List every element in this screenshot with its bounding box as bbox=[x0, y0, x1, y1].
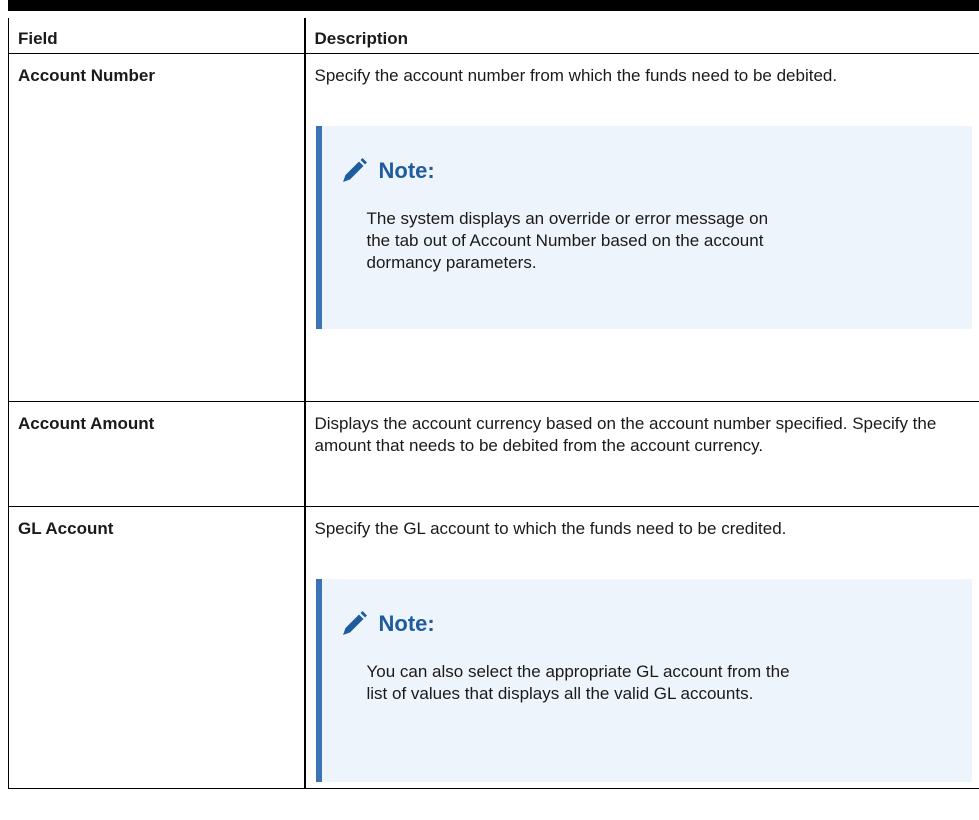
note-box: Note: You can also select the appropriat… bbox=[315, 578, 972, 782]
field-name: Account Amount bbox=[8, 400, 305, 507]
table-row: GL Account Specify the GL account to whi… bbox=[8, 505, 979, 789]
note-box: Note: The system displays an override or… bbox=[315, 125, 972, 329]
field-description-cell: Specify the account number from which th… bbox=[303, 52, 979, 402]
header-description: Description bbox=[303, 18, 979, 54]
field-name: Account Number bbox=[8, 52, 305, 402]
note-header: Note: bbox=[322, 604, 972, 644]
table-header-row: Field Description bbox=[8, 18, 979, 54]
note-body: The system displays an override or error… bbox=[366, 208, 769, 272]
pencil-icon bbox=[342, 610, 367, 635]
header-field: Field bbox=[8, 18, 305, 54]
field-description: Displays the account currency based on t… bbox=[314, 413, 937, 455]
field-description-table: Field Description Account Number Specify… bbox=[8, 18, 979, 789]
field-description-cell: Specify the GL account to which the fund… bbox=[303, 505, 979, 789]
note-body: You can also select the appropriate GL a… bbox=[366, 661, 790, 703]
field-description: Specify the GL account to which the fund… bbox=[314, 518, 787, 538]
table-row: Account Number Specify the account numbe… bbox=[8, 52, 979, 402]
field-description: Specify the account number from which th… bbox=[314, 65, 838, 85]
table-row: Account Amount Displays the account curr… bbox=[8, 400, 979, 507]
note-header: Note: bbox=[322, 151, 972, 191]
pencil-icon bbox=[342, 157, 367, 182]
field-name: GL Account bbox=[8, 505, 305, 789]
note-title: Note: bbox=[378, 157, 435, 183]
field-description-cell: Displays the account currency based on t… bbox=[303, 400, 979, 507]
note-title: Note: bbox=[378, 610, 435, 636]
top-rule bbox=[8, 0, 979, 11]
